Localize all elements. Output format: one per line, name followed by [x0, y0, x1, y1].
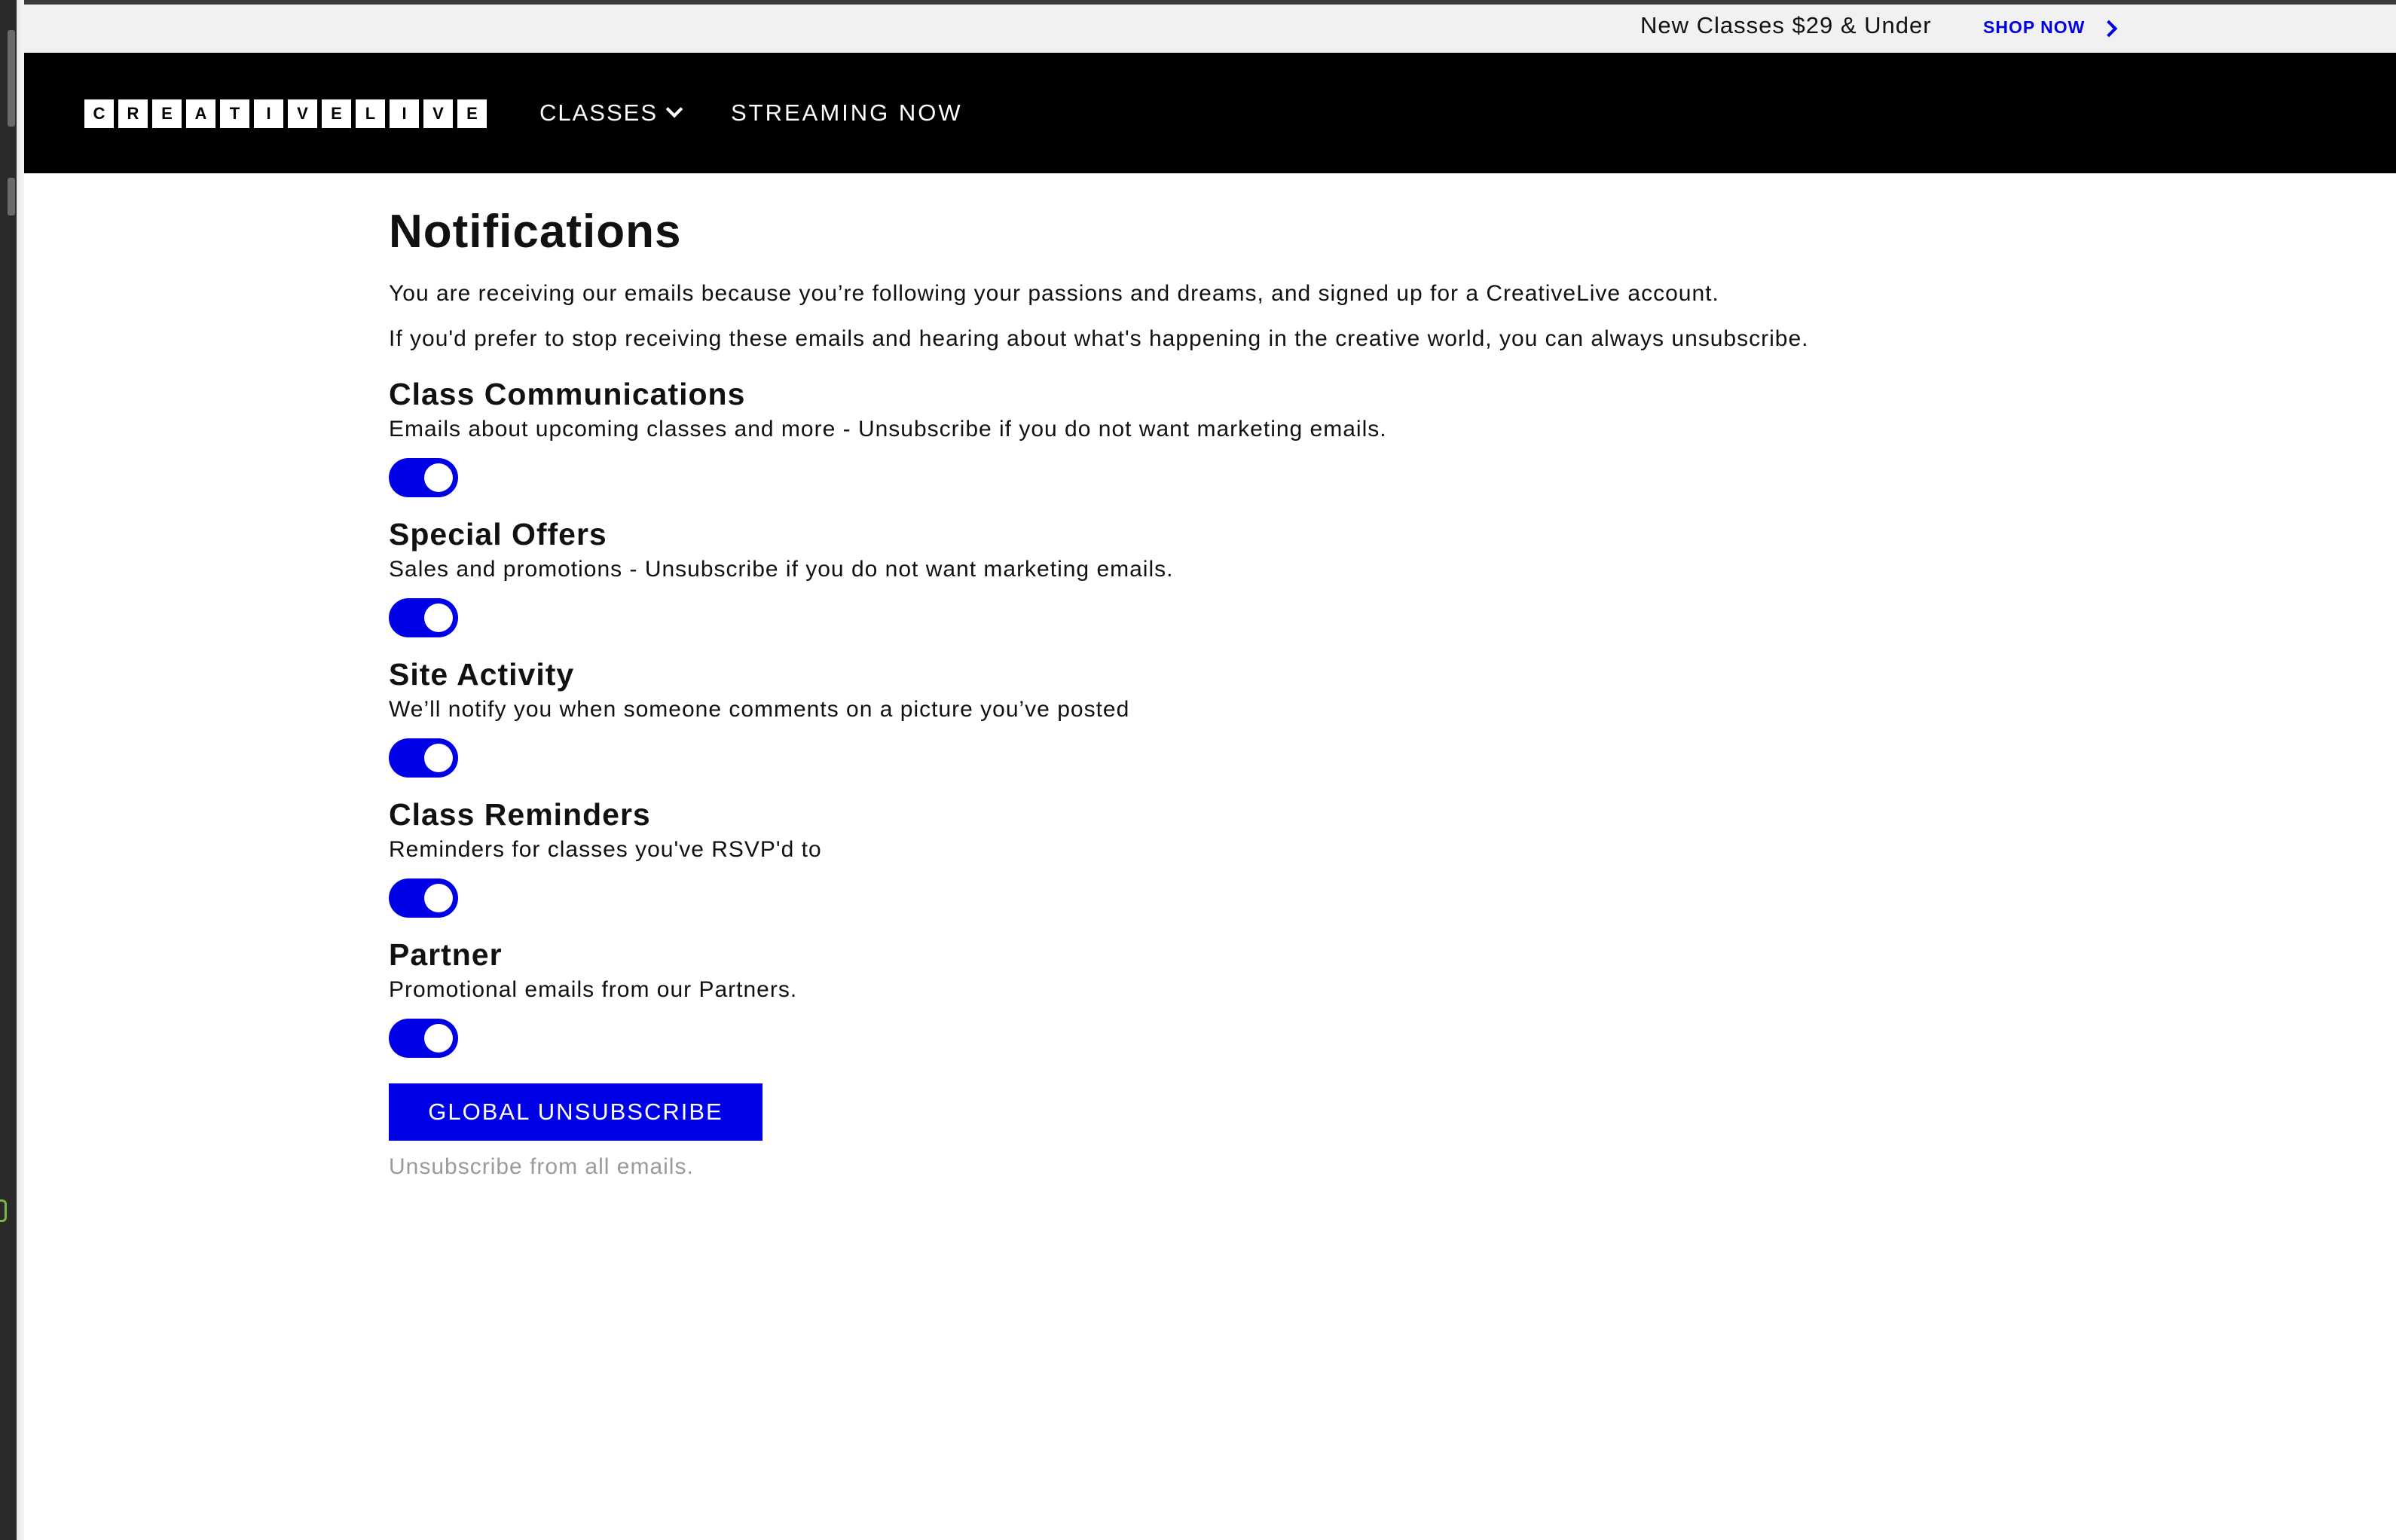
- promo-text: New Classes $29 & Under: [1640, 12, 1932, 38]
- status-indicator: [0, 1199, 7, 1222]
- shop-now-link[interactable]: SHOP NOW: [1983, 17, 2118, 38]
- streaming-now-link[interactable]: STREAMING NOW: [731, 99, 963, 127]
- toggle-knob: [424, 744, 453, 772]
- chevron-right-icon: [2101, 20, 2118, 37]
- partner-toggle[interactable]: [389, 1019, 458, 1058]
- section-class-communications: Class Communications Emails about upcomi…: [389, 375, 1387, 497]
- chevron-down-icon: [665, 100, 683, 118]
- special-offers-toggle[interactable]: [389, 598, 458, 637]
- logo-letter-tile: R: [118, 99, 148, 128]
- global-unsubscribe-button[interactable]: GLOBAL UNSUBSCRIBE: [389, 1083, 763, 1141]
- section-title: Class Communications: [389, 377, 746, 411]
- shop-now-label: SHOP NOW: [1983, 17, 2086, 37]
- section-site-activity: Site Activity We’ll notify you when some…: [389, 655, 1129, 778]
- section-title: Site Activity: [389, 657, 575, 692]
- site-activity-toggle[interactable]: [389, 738, 458, 778]
- logo-letter-tile: E: [152, 99, 182, 128]
- classes-menu[interactable]: CLASSES: [539, 99, 683, 127]
- section-title: Class Reminders: [389, 797, 651, 832]
- creativelive-logo[interactable]: CREATIVELIVE: [84, 99, 487, 128]
- toggle-knob: [424, 603, 453, 632]
- section-description: Sales and promotions - Unsubscribe if yo…: [389, 557, 1174, 582]
- intro-text: You are receiving our emails because you…: [389, 281, 1719, 306]
- section-title: Partner: [389, 937, 503, 972]
- window-edge: [0, 0, 24, 1540]
- classes-label: CLASSES: [539, 99, 659, 126]
- logo-letter-tile: V: [423, 99, 453, 128]
- global-unsubscribe-note: Unsubscribe from all emails.: [389, 1154, 694, 1179]
- logo-letter-tile: A: [186, 99, 215, 128]
- section-partner: Partner Promotional emails from our Part…: [389, 936, 797, 1058]
- logo-letter-tile: V: [288, 99, 317, 128]
- browser-viewport: New Classes $29 & Under SHOP NOW CREATIV…: [0, 0, 2396, 1540]
- logo-letter-tile: I: [254, 99, 283, 128]
- page: New Classes $29 & Under SHOP NOW CREATIV…: [24, 0, 2396, 1540]
- notifications-content: Notifications You are receiving our emai…: [389, 203, 2122, 1179]
- logo-letter-tile: L: [356, 99, 385, 128]
- toggle-knob: [424, 1024, 453, 1053]
- toggle-knob: [424, 884, 453, 912]
- page-title: Notifications: [389, 206, 682, 258]
- section-class-reminders: Class Reminders Reminders for classes yo…: [389, 796, 822, 918]
- logo-letter-tile: E: [457, 99, 487, 128]
- main-nav: CREATIVELIVE CLASSES STREAMING NOW: [24, 53, 2396, 173]
- class-reminders-toggle[interactable]: [389, 878, 458, 918]
- section-description: Reminders for classes you've RSVP'd to: [389, 837, 822, 862]
- section-title: Special Offers: [389, 517, 607, 552]
- section-description: Promotional emails from our Partners.: [389, 977, 798, 1002]
- section-description: We’ll notify you when someone comments o…: [389, 697, 1130, 722]
- logo-letter-tile: I: [390, 99, 419, 128]
- toggle-knob: [424, 463, 453, 492]
- window-edge-tab: [8, 30, 15, 127]
- logo-letter-tile: E: [322, 99, 351, 128]
- intro-text: If you'd prefer to stop receiving these …: [389, 326, 1809, 351]
- promo-bar: New Classes $29 & Under SHOP NOW: [24, 5, 2396, 53]
- window-edge-tab: [8, 178, 15, 215]
- logo-letter-tile: C: [84, 99, 114, 128]
- class-communications-toggle[interactable]: [389, 458, 458, 497]
- logo-letter-tile: T: [220, 99, 249, 128]
- section-special-offers: Special Offers Sales and promotions - Un…: [389, 515, 1173, 637]
- section-description: Emails about upcoming classes and more -…: [389, 417, 1387, 442]
